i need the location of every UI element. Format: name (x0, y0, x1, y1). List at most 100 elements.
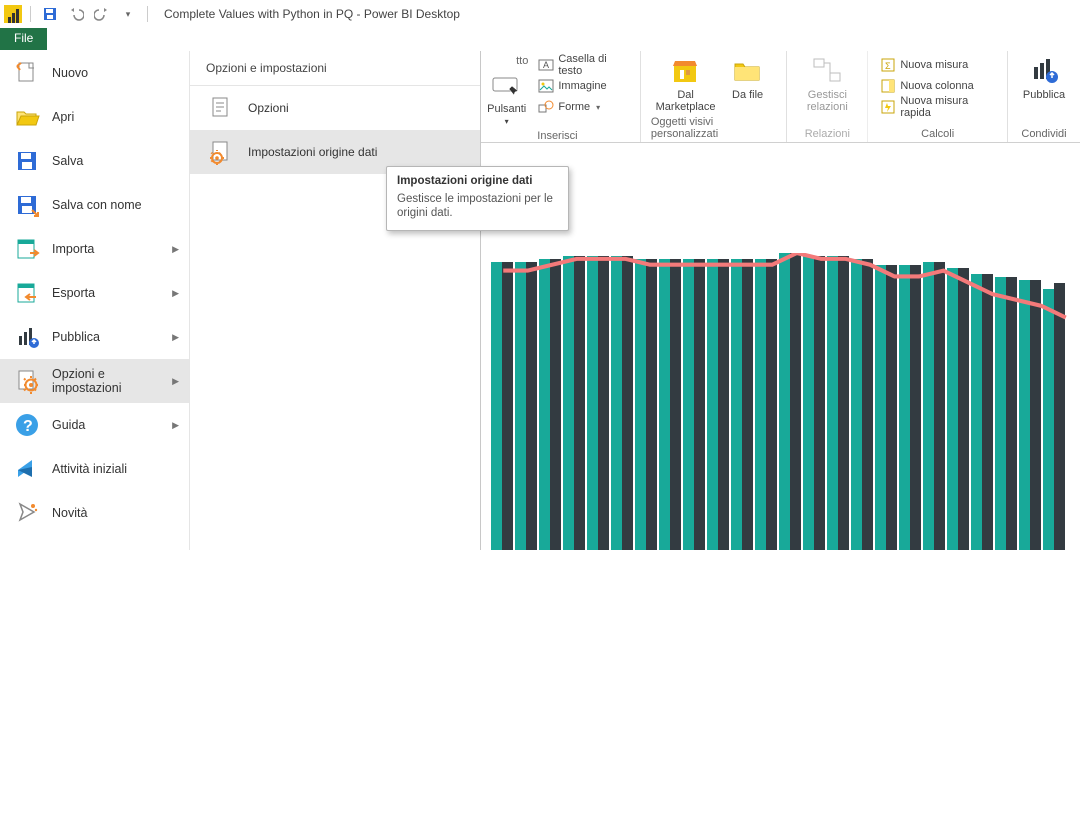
bar-pair[interactable] (515, 253, 539, 550)
bar-pair[interactable] (899, 253, 923, 550)
bar-dark[interactable] (550, 259, 561, 550)
bar-pair[interactable] (995, 253, 1019, 550)
bar-dark[interactable] (526, 262, 537, 550)
backstage-item-pubblica[interactable]: Pubblica ▶ (0, 315, 189, 359)
bar-teal[interactable] (683, 259, 694, 550)
bar-pair[interactable] (611, 253, 635, 550)
bar-teal[interactable] (707, 259, 718, 550)
backstage-item-opzioni-e-impostazioni[interactable]: Opzioni e impostazioni ▶ (0, 359, 189, 403)
bar-teal[interactable] (899, 265, 910, 550)
bar-pair[interactable] (659, 253, 683, 550)
bar-teal[interactable] (611, 256, 622, 550)
report-canvas[interactable] (481, 143, 1080, 550)
qat-save-button[interactable] (39, 3, 61, 25)
bar-teal[interactable] (923, 262, 934, 550)
pane-item-opzioni[interactable]: Opzioni (190, 86, 480, 130)
bar-teal[interactable] (1019, 280, 1030, 550)
combo-chart[interactable] (491, 253, 1078, 550)
bar-pair[interactable] (587, 253, 611, 550)
bar-teal[interactable] (659, 259, 670, 550)
bar-pair[interactable] (755, 253, 779, 550)
bar-teal[interactable] (731, 259, 742, 550)
bar-pair[interactable] (539, 253, 563, 550)
bar-dark[interactable] (718, 259, 729, 550)
bar-dark[interactable] (670, 259, 681, 550)
bar-pair[interactable] (491, 253, 515, 550)
bar-teal[interactable] (1043, 289, 1054, 550)
backstage-item-novit-[interactable]: Novità (0, 491, 189, 535)
bar-dark[interactable] (958, 268, 969, 550)
backstage-item-salva-con-nome[interactable]: Salva con nome (0, 183, 189, 227)
qat-undo-button[interactable] (65, 3, 87, 25)
bar-dark[interactable] (790, 253, 801, 550)
file-tab[interactable]: File (0, 28, 47, 50)
bar-dark[interactable] (886, 265, 897, 550)
ribbon-button-pubblica[interactable]: Pubblica (1018, 55, 1070, 101)
ribbon-button-nuova-misura-rapida[interactable]: Nuova misura rapida (878, 97, 997, 117)
ribbon-button-pulsanti[interactable]: tto Pulsanti▾ (485, 55, 528, 128)
backstage-item-attivit-iniziali[interactable]: Attività iniziali (0, 447, 189, 491)
backstage-item-nuovo[interactable]: Nuovo (0, 51, 189, 95)
bar-dark[interactable] (742, 259, 753, 550)
bar-pair[interactable] (947, 253, 971, 550)
backstage-item-esporta[interactable]: Esporta ▶ (0, 271, 189, 315)
bar-dark[interactable] (838, 256, 849, 550)
bar-dark[interactable] (982, 274, 993, 550)
bar-dark[interactable] (934, 262, 945, 550)
bar-pair[interactable] (851, 253, 875, 550)
bar-pair[interactable] (971, 253, 995, 550)
ribbon-button-da-file[interactable]: Da file (724, 55, 772, 101)
bar-pair[interactable] (731, 253, 755, 550)
backstage-item-apri[interactable]: Apri (0, 95, 189, 139)
bar-dark[interactable] (1054, 283, 1065, 550)
bar-teal[interactable] (827, 256, 838, 550)
ribbon-button-nuova-colonna[interactable]: Nuova colonna (878, 76, 997, 96)
backstage-item-importa[interactable]: Importa ▶ (0, 227, 189, 271)
bar-teal[interactable] (947, 268, 958, 550)
bar-dark[interactable] (622, 256, 633, 550)
ribbon-button-gestisci-relazioni[interactable]: Gestisci relazioni (797, 55, 857, 113)
bar-dark[interactable] (694, 259, 705, 550)
bar-teal[interactable] (587, 256, 598, 550)
bar-teal[interactable] (875, 265, 886, 550)
bar-pair[interactable] (563, 253, 587, 550)
bar-dark[interactable] (910, 265, 921, 550)
ribbon-button-dal-marketplace[interactable]: Dal Marketplace (656, 55, 716, 113)
backstage-item-salva[interactable]: Salva (0, 139, 189, 183)
ribbon-button-casella-testo[interactable]: A Casella di testo (536, 55, 630, 75)
bar-pair[interactable] (779, 253, 803, 550)
bar-teal[interactable] (491, 262, 502, 550)
bar-teal[interactable] (635, 259, 646, 550)
bar-teal[interactable] (515, 262, 526, 550)
bar-pair[interactable] (1043, 253, 1067, 550)
bar-teal[interactable] (563, 256, 574, 550)
bar-teal[interactable] (539, 259, 550, 550)
bar-dark[interactable] (862, 259, 873, 550)
bar-teal[interactable] (779, 253, 790, 550)
bar-teal[interactable] (851, 259, 862, 550)
bar-teal[interactable] (803, 256, 814, 550)
bar-pair[interactable] (635, 253, 659, 550)
bar-dark[interactable] (1006, 277, 1017, 550)
bar-pair[interactable] (803, 253, 827, 550)
backstage-item-guida[interactable]: ? Guida ▶ (0, 403, 189, 447)
bar-pair[interactable] (707, 253, 731, 550)
qat-redo-button[interactable] (91, 3, 113, 25)
bar-pair[interactable] (875, 253, 899, 550)
bar-teal[interactable] (995, 277, 1006, 550)
bar-dark[interactable] (574, 256, 585, 550)
bar-dark[interactable] (766, 259, 777, 550)
bar-dark[interactable] (502, 262, 513, 550)
ribbon-button-forme[interactable]: Forme ▾ (536, 97, 630, 117)
bar-dark[interactable] (1030, 280, 1041, 550)
qat-customize-button[interactable]: ▾ (117, 3, 139, 25)
ribbon-button-nuova-misura[interactable]: Σ Nuova misura (878, 55, 997, 75)
bar-pair[interactable] (1019, 253, 1043, 550)
bar-teal[interactable] (971, 274, 982, 550)
bar-pair[interactable] (683, 253, 707, 550)
bar-teal[interactable] (755, 259, 766, 550)
bar-dark[interactable] (814, 256, 825, 550)
bar-dark[interactable] (598, 256, 609, 550)
ribbon-button-immagine[interactable]: Immagine (536, 76, 630, 96)
bar-dark[interactable] (646, 259, 657, 550)
